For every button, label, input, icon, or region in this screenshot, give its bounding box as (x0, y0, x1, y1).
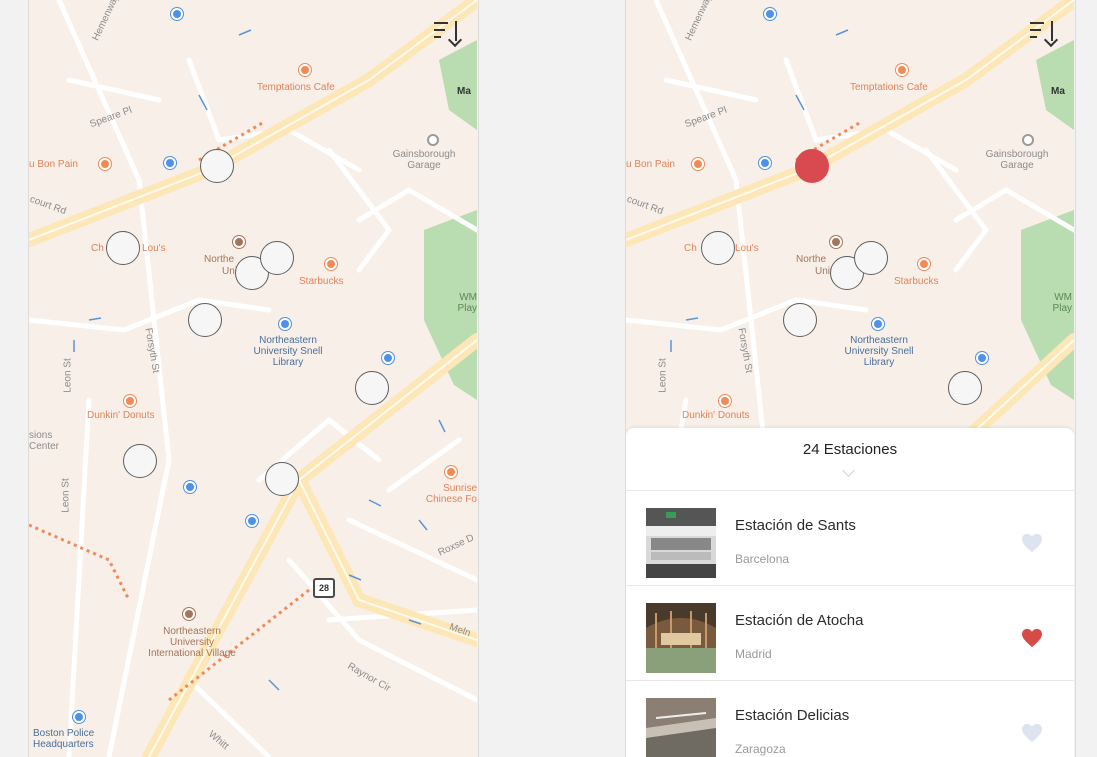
station-city: Barcelona (735, 552, 790, 566)
university-icon (183, 608, 195, 620)
parking-icon (976, 352, 988, 364)
map-label-au-bon-pain: u Bon Pain (29, 159, 78, 170)
transit-icon (759, 157, 771, 169)
route-28-badge: 28 (313, 578, 335, 598)
street-leon-2: Leon St (60, 478, 72, 513)
map-label-chicken: Ch (684, 243, 697, 254)
map-label-gainsborough: Gainsborough Garage (985, 149, 1049, 171)
map-label-snell-library: Northeastern University Snell Library (253, 335, 323, 368)
map-label-dunkin: Dunkin' Donuts (87, 410, 155, 421)
donut-icon (719, 395, 731, 407)
sheet-title: 24 Estaciones (802, 441, 898, 458)
restaurant-icon (445, 466, 457, 478)
library-icon (872, 318, 884, 330)
map-label-au-bon-pain: u Bon Pain (626, 159, 675, 170)
map-view-right[interactable]: Temptations Cafe u Bon Pain Gainsborough… (626, 0, 1074, 757)
station-marker[interactable] (260, 241, 294, 275)
donut-icon (124, 395, 136, 407)
map-label-missions: sions Center (29, 430, 60, 452)
station-marker[interactable] (106, 231, 140, 265)
map-label-temptations: Temptations Cafe (257, 82, 335, 93)
favorite-heart-icon[interactable] (1021, 533, 1043, 553)
station-city: Madrid (735, 647, 772, 661)
map-label-starbucks: Starbucks (894, 276, 939, 287)
chevron-down-icon[interactable] (842, 464, 855, 477)
map-label-northeastern: Northe (204, 254, 235, 265)
map-label-wm: WM Play (1052, 292, 1072, 314)
map-label-northeastern: Northe (796, 254, 827, 265)
station-marker[interactable] (123, 444, 157, 478)
transit-icon (171, 8, 183, 20)
station-marker[interactable] (783, 303, 817, 337)
street-leon: Leon St (62, 358, 74, 393)
station-photo (646, 603, 716, 673)
transit-icon (164, 157, 176, 169)
street-leon: Leon St (657, 358, 669, 393)
map-label-chicken-2: Lou's (142, 243, 166, 254)
station-name: Estación de Sants (735, 517, 856, 534)
restaurant-icon (99, 158, 111, 170)
map-label-gainsborough: Gainsborough Garage (392, 149, 456, 171)
station-marker[interactable] (854, 241, 888, 275)
right-frame-edge-right (1075, 0, 1076, 757)
station-marker[interactable] (355, 371, 389, 405)
station-list-item[interactable]: Estación de Sants Barcelona (626, 490, 1074, 585)
station-marker[interactable] (948, 371, 982, 405)
station-marker[interactable] (188, 303, 222, 337)
map-label-wm: WM Play (457, 292, 477, 314)
stations-bottom-sheet[interactable]: 24 Estaciones Estación de Sants Barcelon… (626, 428, 1074, 757)
map-label-chicken: Ch (91, 243, 104, 254)
map-label-chicken-2: Lou's (735, 243, 759, 254)
left-frame-edge-right (478, 0, 479, 757)
sort-icon[interactable] (1028, 18, 1060, 48)
map-label-ma: Ma (457, 86, 471, 97)
station-marker-selected[interactable] (795, 149, 829, 183)
map-label-temptations: Temptations Cafe (850, 82, 928, 93)
transit-icon (184, 481, 196, 493)
station-photo (646, 508, 716, 578)
favorite-heart-icon[interactable] (1021, 628, 1043, 648)
station-name: Estación Delicias (735, 707, 850, 724)
transit-icon (764, 8, 776, 20)
map-label-police: Boston Police Headquarters (33, 728, 95, 750)
favorite-heart-icon[interactable] (1021, 723, 1043, 743)
station-name: Estación de Atocha (735, 612, 864, 629)
restaurant-icon (692, 158, 704, 170)
coffee-icon (325, 258, 337, 270)
coffee-icon (918, 258, 930, 270)
map-label-dunkin: Dunkin' Donuts (682, 410, 750, 421)
map-label-sunrise: Sunrise Chinese Fo (425, 483, 477, 505)
university-icon (830, 236, 842, 248)
station-photo (646, 698, 716, 757)
map-label-int-village: Northeastern University International Vi… (148, 626, 236, 659)
map-label-starbucks: Starbucks (299, 276, 344, 287)
station-marker[interactable] (701, 231, 735, 265)
library-icon (279, 318, 291, 330)
parking-icon (246, 515, 258, 527)
parking-garage-icon (427, 134, 439, 146)
station-marker[interactable] (265, 462, 299, 496)
cafe-icon (299, 64, 311, 76)
parking-garage-icon (1022, 134, 1034, 146)
station-marker[interactable] (200, 149, 234, 183)
station-city: Zaragoza (735, 742, 786, 756)
map-label-snell-library: Northeastern University Snell Library (844, 335, 914, 368)
sort-icon[interactable] (432, 18, 464, 48)
map-view-left[interactable]: Temptations Cafe u Bon Pain Gainsborough… (29, 0, 477, 757)
map-label-ma: Ma (1051, 86, 1065, 97)
police-icon (73, 711, 85, 723)
map-base (29, 0, 477, 757)
university-icon (233, 236, 245, 248)
station-list-item[interactable]: Estación Delicias Zaragoza (626, 680, 1074, 757)
parking-icon (382, 352, 394, 364)
cafe-icon (896, 64, 908, 76)
station-list-item[interactable]: Estación de Atocha Madrid (626, 585, 1074, 680)
